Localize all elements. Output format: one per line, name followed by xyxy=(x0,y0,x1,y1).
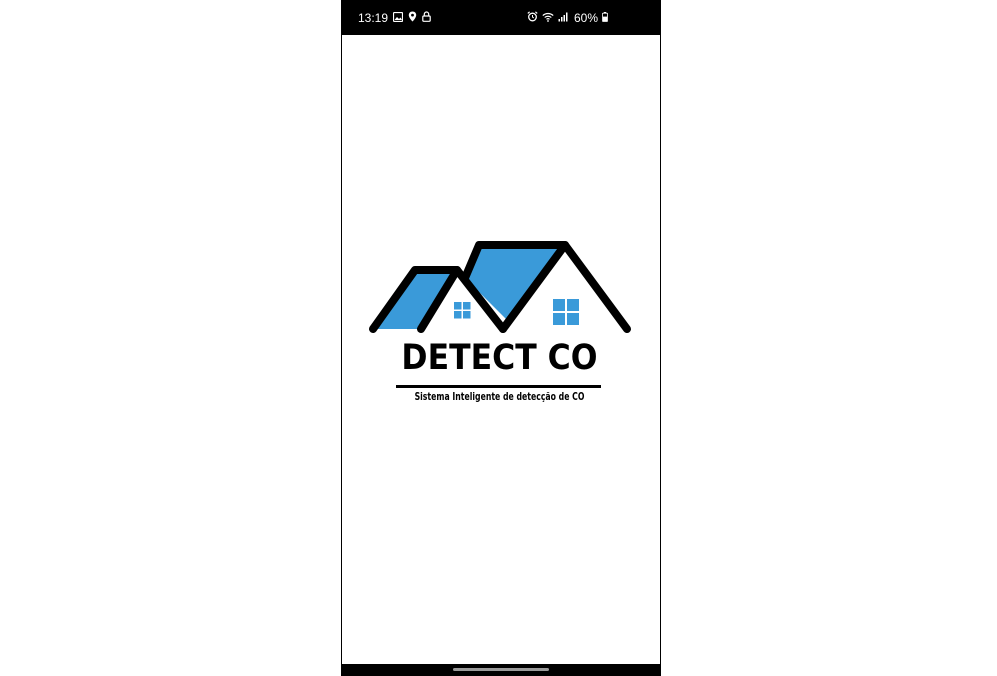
status-right: 60% xyxy=(527,11,608,25)
lock-icon xyxy=(422,11,431,25)
house-roof-icon xyxy=(369,241,631,333)
alarm-icon xyxy=(527,11,538,25)
phone-frame: 13:19 60% DETECT CO Sistema Inteligente … xyxy=(341,0,661,676)
status-time: 13:19 xyxy=(358,11,389,25)
splash-screen: DETECT CO Sistema Inteligente de detecçã… xyxy=(342,35,660,664)
battery-icon xyxy=(602,11,608,25)
gallery-icon xyxy=(392,11,404,25)
battery-percent: 60% xyxy=(573,11,598,25)
status-left: 13:19 xyxy=(358,11,431,25)
navigation-bar xyxy=(342,664,660,676)
screen: 13:19 60% DETECT CO Sistema Inteligente … xyxy=(0,0,997,676)
wifi-icon xyxy=(542,11,554,25)
app-logo: DETECT CO Sistema Inteligente de detecçã… xyxy=(367,240,632,410)
app-tagline: Sistema Inteligente de detecção de CO xyxy=(414,391,585,403)
app-name: DETECT CO xyxy=(401,338,598,378)
signal-icon xyxy=(558,11,568,25)
home-gesture-handle[interactable] xyxy=(453,668,549,671)
status-bar: 13:19 60% xyxy=(342,0,660,35)
location-icon xyxy=(408,11,417,25)
logo-divider xyxy=(396,385,601,388)
